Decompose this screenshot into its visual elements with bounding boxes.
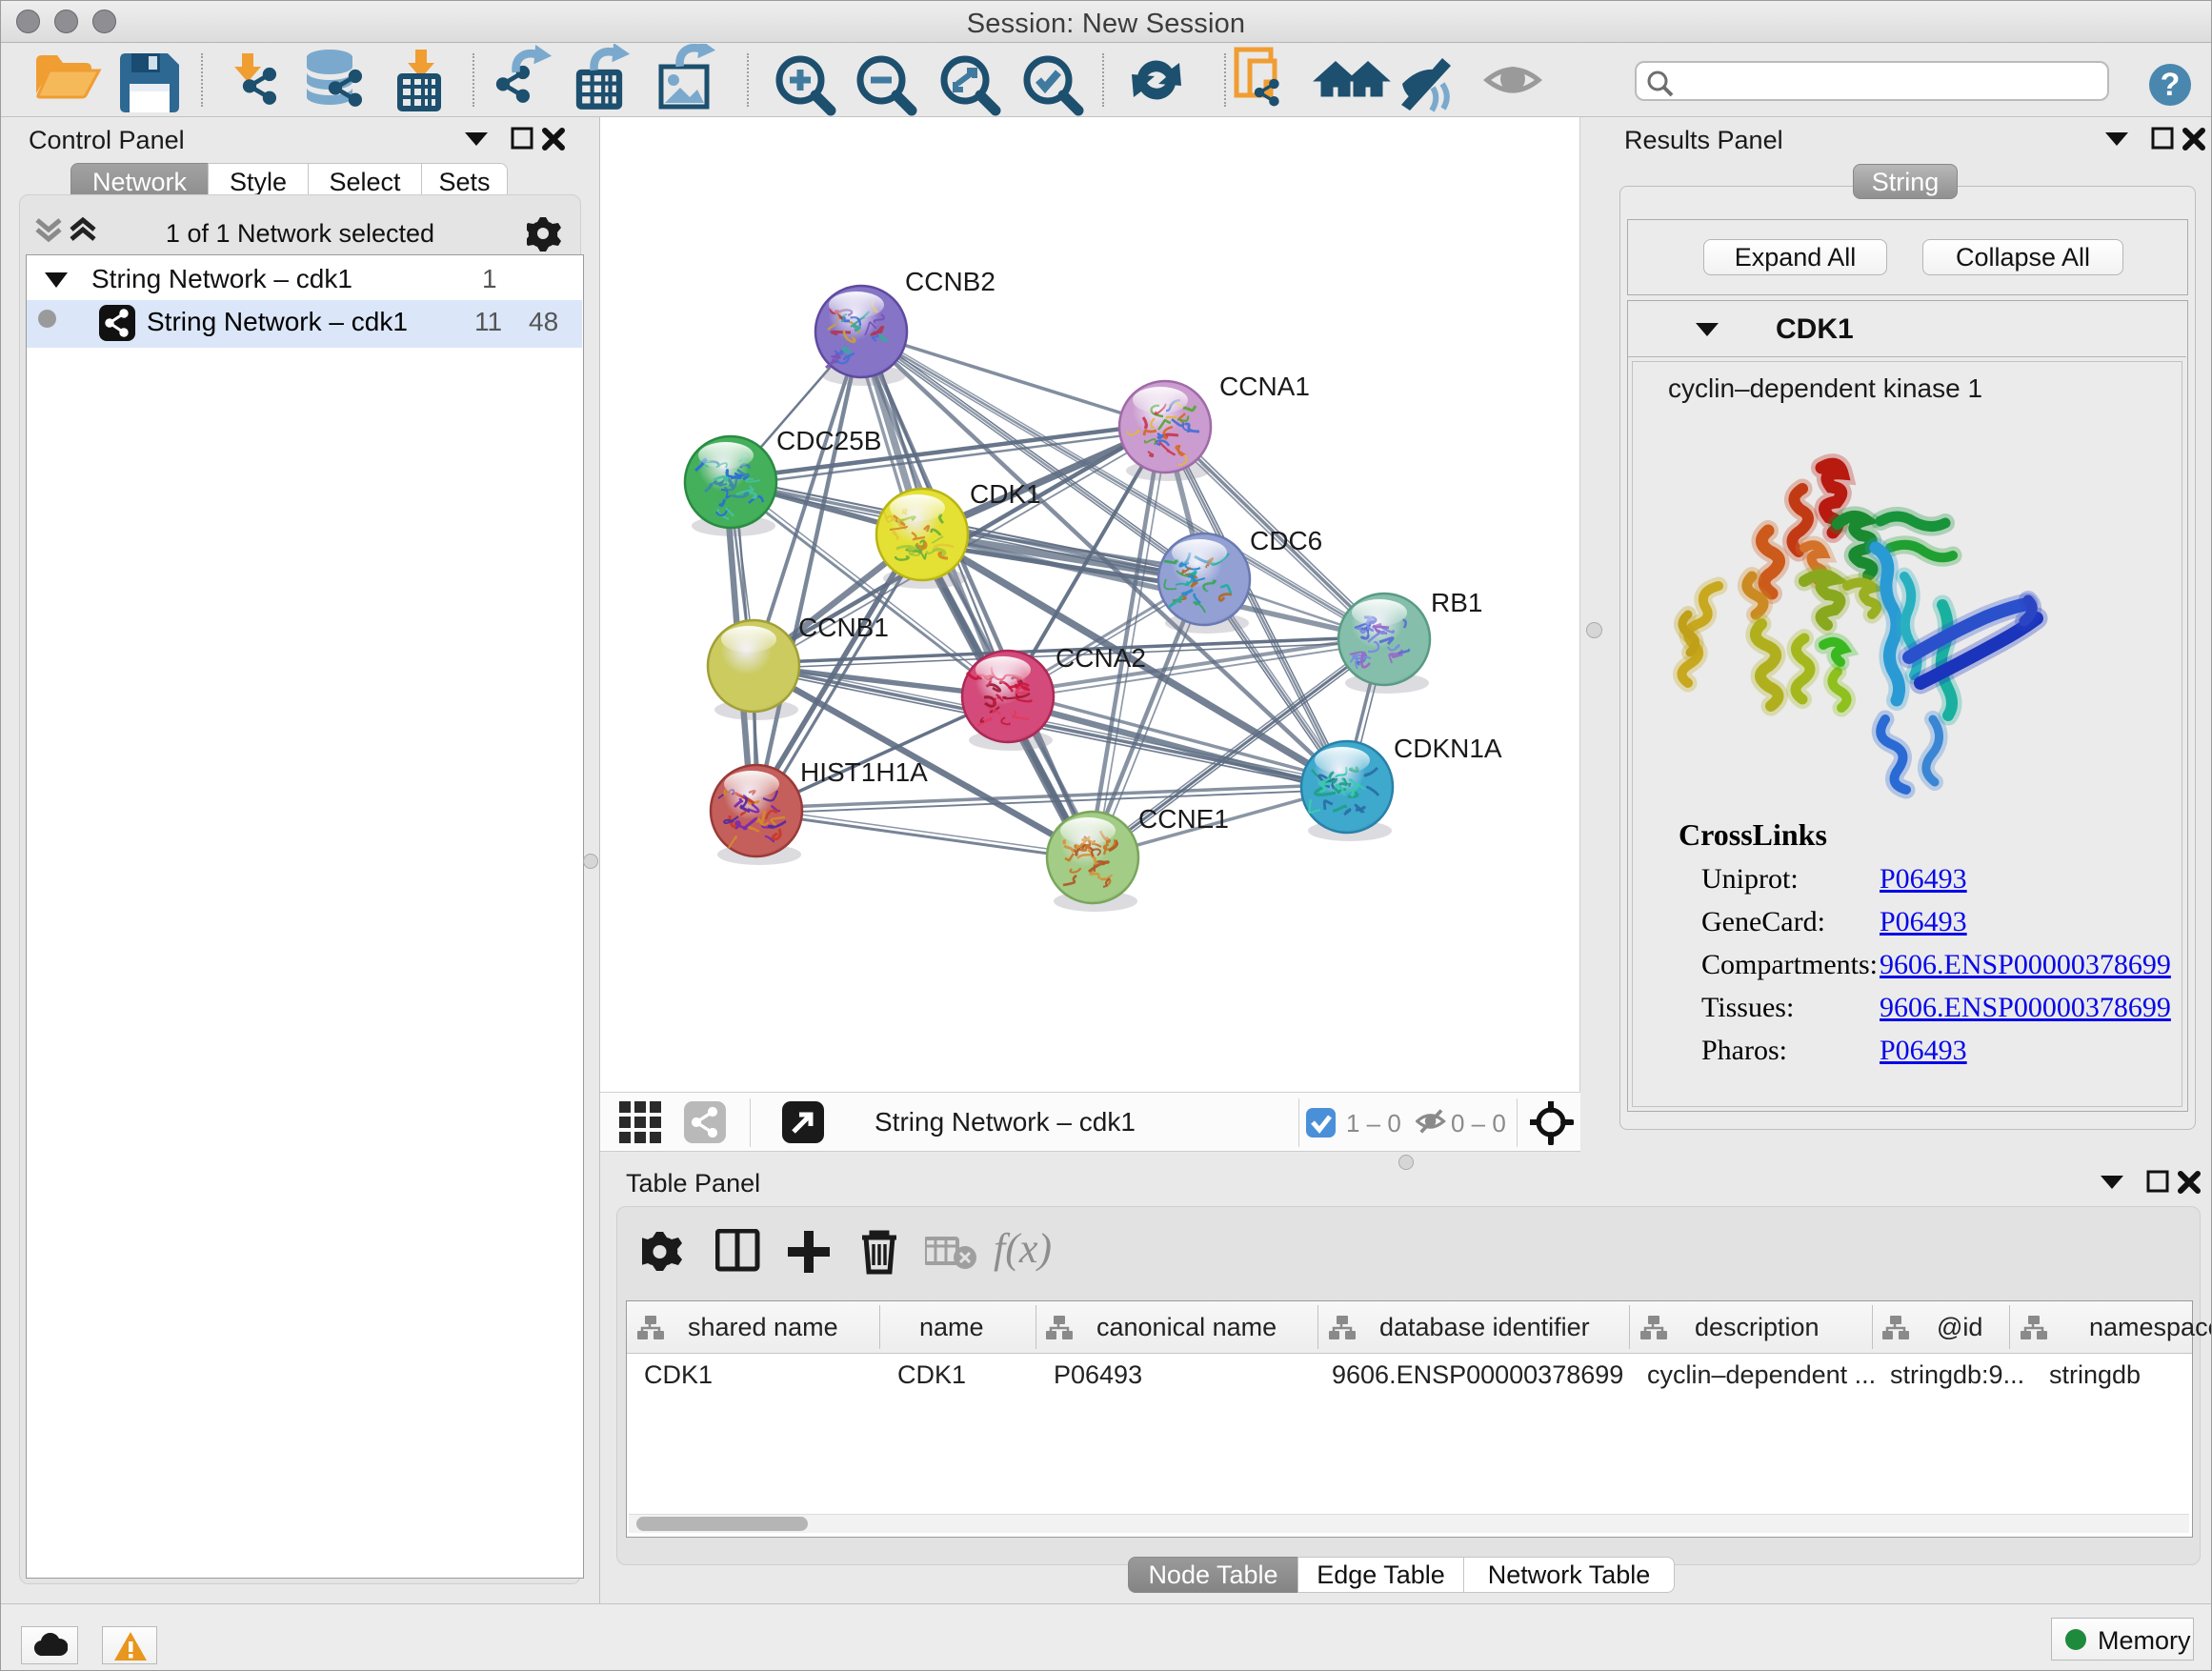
svg-text:HIST1H1A: HIST1H1A bbox=[800, 757, 928, 787]
svg-text:?: ? bbox=[2161, 67, 2181, 103]
svg-text:CCNB2: CCNB2 bbox=[905, 267, 995, 296]
svg-text:CDC6: CDC6 bbox=[1250, 526, 1322, 555]
svg-text:RB1: RB1 bbox=[1431, 588, 1482, 617]
svg-text:CCNA2: CCNA2 bbox=[1056, 643, 1146, 673]
svg-text:CCNA1: CCNA1 bbox=[1219, 372, 1310, 401]
svg-text:CDK1: CDK1 bbox=[970, 479, 1041, 509]
svg-text:CCNE1: CCNE1 bbox=[1138, 804, 1229, 834]
svg-text:CDKN1A: CDKN1A bbox=[1394, 734, 1502, 763]
svg-text:CDC25B: CDC25B bbox=[776, 426, 881, 455]
svg-text:CCNB1: CCNB1 bbox=[798, 613, 889, 642]
